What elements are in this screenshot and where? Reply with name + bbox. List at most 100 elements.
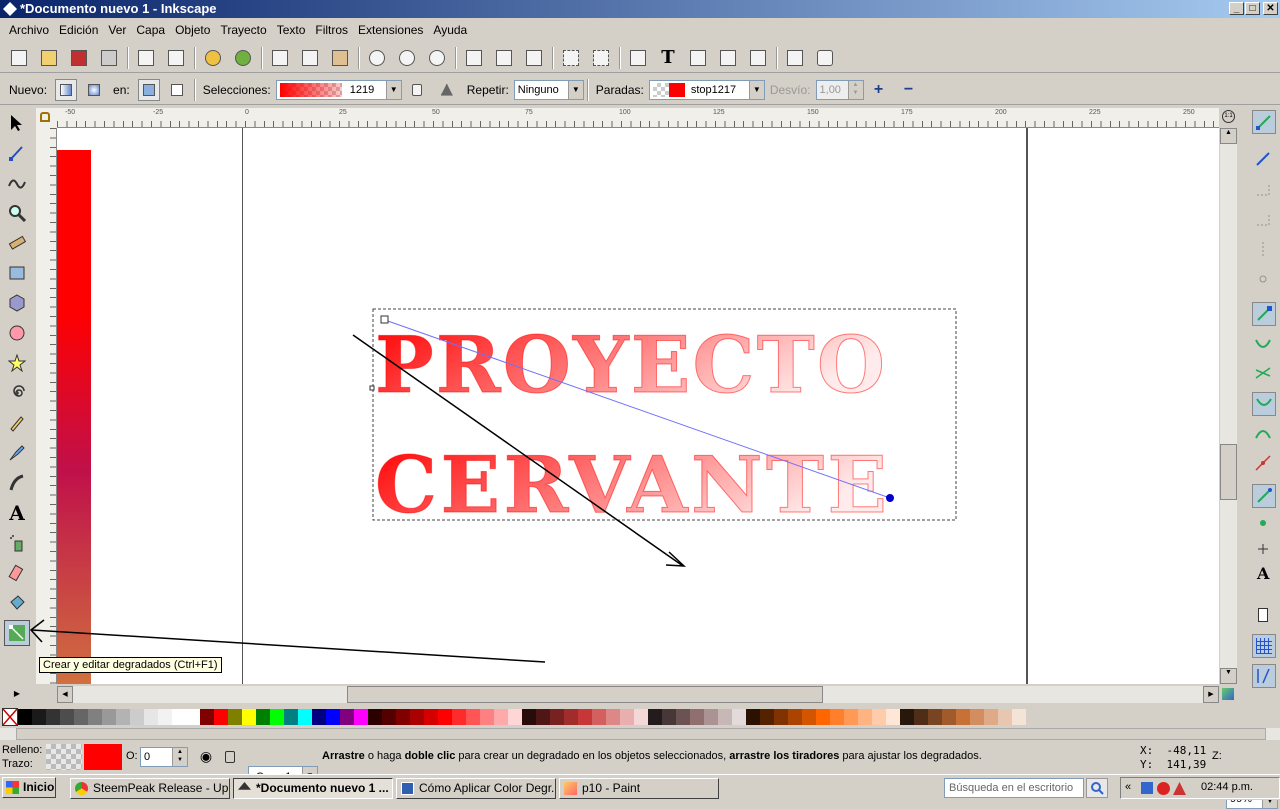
palette-swatch[interactable] (18, 709, 32, 725)
pen-tool[interactable] (4, 440, 30, 466)
minimize-button[interactable]: _ (1229, 2, 1244, 15)
radial-gradient-button[interactable] (83, 79, 105, 101)
palette-swatch[interactable] (606, 709, 620, 725)
menu-edicion[interactable]: Edición (54, 23, 103, 37)
menu-ayuda[interactable]: Ayuda (428, 23, 472, 37)
palette-swatch[interactable] (508, 709, 522, 725)
palette-swatch[interactable] (466, 709, 480, 725)
clone-button[interactable] (492, 46, 516, 70)
fill-stroke-button[interactable] (626, 46, 650, 70)
palette-swatch[interactable] (158, 709, 172, 725)
tray-expand-icon[interactable]: « (1125, 781, 1131, 793)
align-button[interactable] (746, 46, 770, 70)
palette-swatch[interactable] (228, 709, 242, 725)
snap-bbox-centers-button[interactable] (1252, 268, 1276, 292)
palette-swatch[interactable] (858, 709, 872, 725)
palette-swatch[interactable] (564, 709, 578, 725)
palette-swatch[interactable] (872, 709, 886, 725)
gradient-select[interactable]: 1219 ▼ (275, 79, 402, 100)
snap-rotation-center-button[interactable] (1252, 538, 1276, 562)
measure-tool[interactable] (4, 230, 30, 256)
new-document-button[interactable] (7, 46, 31, 70)
selector-tool[interactable] (4, 110, 30, 136)
text-font-button[interactable]: T (656, 46, 680, 70)
lock-gradient-button[interactable] (405, 78, 429, 102)
layer-visibility-toggle[interactable]: ◉ (196, 748, 216, 766)
antivirus-icon[interactable] (1157, 782, 1170, 795)
palette-swatch[interactable] (186, 709, 200, 725)
palette-swatch[interactable] (480, 709, 494, 725)
palette-scrollbar[interactable] (0, 728, 1280, 740)
palette-swatch[interactable] (368, 709, 382, 725)
palette-swatch[interactable] (844, 709, 858, 725)
palette-swatch[interactable] (326, 709, 340, 725)
palette-swatch[interactable] (32, 709, 46, 725)
snap-grid-button[interactable] (1252, 634, 1276, 658)
snap-bbox-button[interactable] (1252, 148, 1276, 172)
apply-stroke-button[interactable] (166, 79, 188, 101)
palette-swatch[interactable] (298, 709, 312, 725)
palette-swatch[interactable] (214, 709, 228, 725)
document-properties-button[interactable] (783, 46, 807, 70)
palette-swatch[interactable] (984, 709, 998, 725)
menu-archivo[interactable]: Archivo (4, 23, 54, 37)
layer-lock-toggle[interactable] (222, 748, 240, 766)
apply-fill-button[interactable] (137, 78, 160, 101)
snap-bbox-corners-button[interactable] (1252, 208, 1276, 232)
snap-smooth-nodes-button[interactable] (1252, 422, 1276, 446)
palette-swatch[interactable] (354, 709, 368, 725)
palette-swatch[interactable] (956, 709, 970, 725)
tweak-tool[interactable] (4, 170, 30, 196)
snap-text-baseline-button[interactable]: A (1252, 564, 1276, 588)
zoom-selection-button[interactable] (365, 46, 389, 70)
palette-swatch[interactable] (102, 709, 116, 725)
export-button[interactable] (164, 46, 188, 70)
menu-objeto[interactable]: Objeto (170, 23, 215, 37)
palette-swatch[interactable] (662, 709, 676, 725)
palette-swatch[interactable] (998, 709, 1012, 725)
scroll-up-arrow[interactable]: ▲ (1220, 128, 1237, 144)
snap-page-border-button[interactable] (1252, 604, 1276, 628)
zoom-drawing-button[interactable] (395, 46, 419, 70)
rectangle-tool[interactable] (4, 260, 30, 286)
scroll-left-arrow[interactable]: ◀ (57, 686, 73, 703)
palette-swatch[interactable] (578, 709, 592, 725)
preferences-button[interactable] (813, 46, 837, 70)
task-inkscape[interactable]: *Documento nuevo 1 ... (233, 778, 393, 799)
menu-capa[interactable]: Capa (131, 23, 170, 37)
palette-swatch[interactable] (592, 709, 606, 725)
snap-cusp-nodes-button[interactable] (1252, 392, 1276, 416)
snap-midpoints-path-button[interactable] (1252, 452, 1276, 476)
stroke-indicator[interactable] (84, 744, 122, 770)
desktop-search-input[interactable]: Búsqueda en el escritorio (944, 778, 1084, 798)
palette-swatch[interactable] (256, 709, 270, 725)
text-tool[interactable]: A (4, 500, 30, 526)
snap-object-center-button[interactable] (1252, 512, 1276, 536)
zoom-correction-button[interactable]: 1:1 (1222, 108, 1238, 128)
palette-swatch[interactable] (914, 709, 928, 725)
palette-swatch[interactable] (732, 709, 746, 725)
ellipse-tool[interactable] (4, 320, 30, 346)
calligraphy-tool[interactable] (4, 470, 30, 496)
reverse-gradient-button[interactable] (435, 78, 459, 102)
copy-button[interactable] (268, 46, 292, 70)
add-stop-button[interactable]: + (867, 78, 891, 102)
ungroup-button[interactable] (589, 46, 613, 70)
palette-swatch[interactable] (270, 709, 284, 725)
cut-button[interactable] (298, 46, 322, 70)
unlink-clone-button[interactable] (522, 46, 546, 70)
palette-scroll-thumb[interactable] (16, 728, 1266, 740)
palette-swatch[interactable] (284, 709, 298, 725)
3d-box-tool[interactable] (4, 290, 30, 316)
more-tools-arrow[interactable]: ▶ (4, 680, 30, 706)
scroll-right-arrow[interactable]: ▶ (1203, 686, 1219, 703)
palette-swatch[interactable] (88, 709, 102, 725)
palette-swatch[interactable] (242, 709, 256, 725)
menu-ver[interactable]: Ver (103, 23, 131, 37)
palette-swatch[interactable] (970, 709, 984, 725)
palette-swatch[interactable] (900, 709, 914, 725)
horizontal-scrollbar[interactable]: ◀ ▶ (57, 686, 1219, 703)
palette-swatch[interactable] (816, 709, 830, 725)
task-steempeak[interactable]: SteemPeak Release - Up... (70, 778, 230, 799)
task-word[interactable]: Cómo Aplicar Color Degr... (396, 778, 556, 799)
